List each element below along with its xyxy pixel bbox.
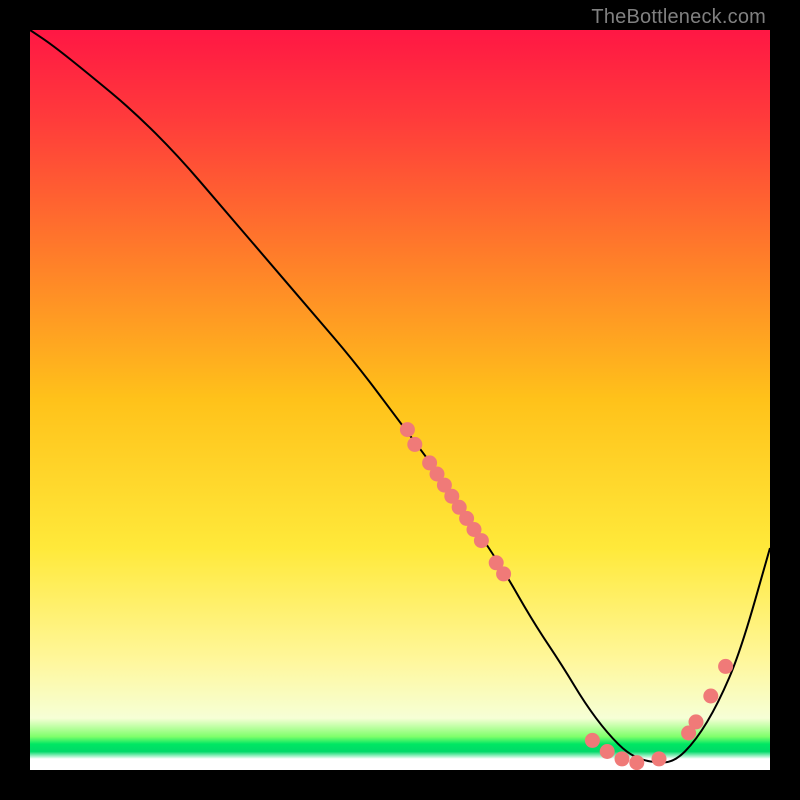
watermark-label: TheBottleneck.com (591, 6, 766, 29)
scatter-dot (703, 689, 718, 704)
scatter-dot (652, 751, 667, 766)
scatter-dot (600, 744, 615, 759)
scatter-dot (615, 751, 630, 766)
scatter-dot (689, 714, 704, 729)
scatter-dot (474, 533, 489, 548)
scatter-dot (496, 566, 511, 581)
gradient-rect (30, 30, 770, 770)
scatter-dot (585, 733, 600, 748)
scatter-dot (629, 755, 644, 770)
scatter-dot (407, 437, 422, 452)
scatter-dot (400, 422, 415, 437)
scatter-dot (718, 659, 733, 674)
chart-frame: TheBottleneck.com (0, 0, 800, 800)
plot-area (30, 30, 770, 770)
chart-svg (30, 30, 770, 770)
